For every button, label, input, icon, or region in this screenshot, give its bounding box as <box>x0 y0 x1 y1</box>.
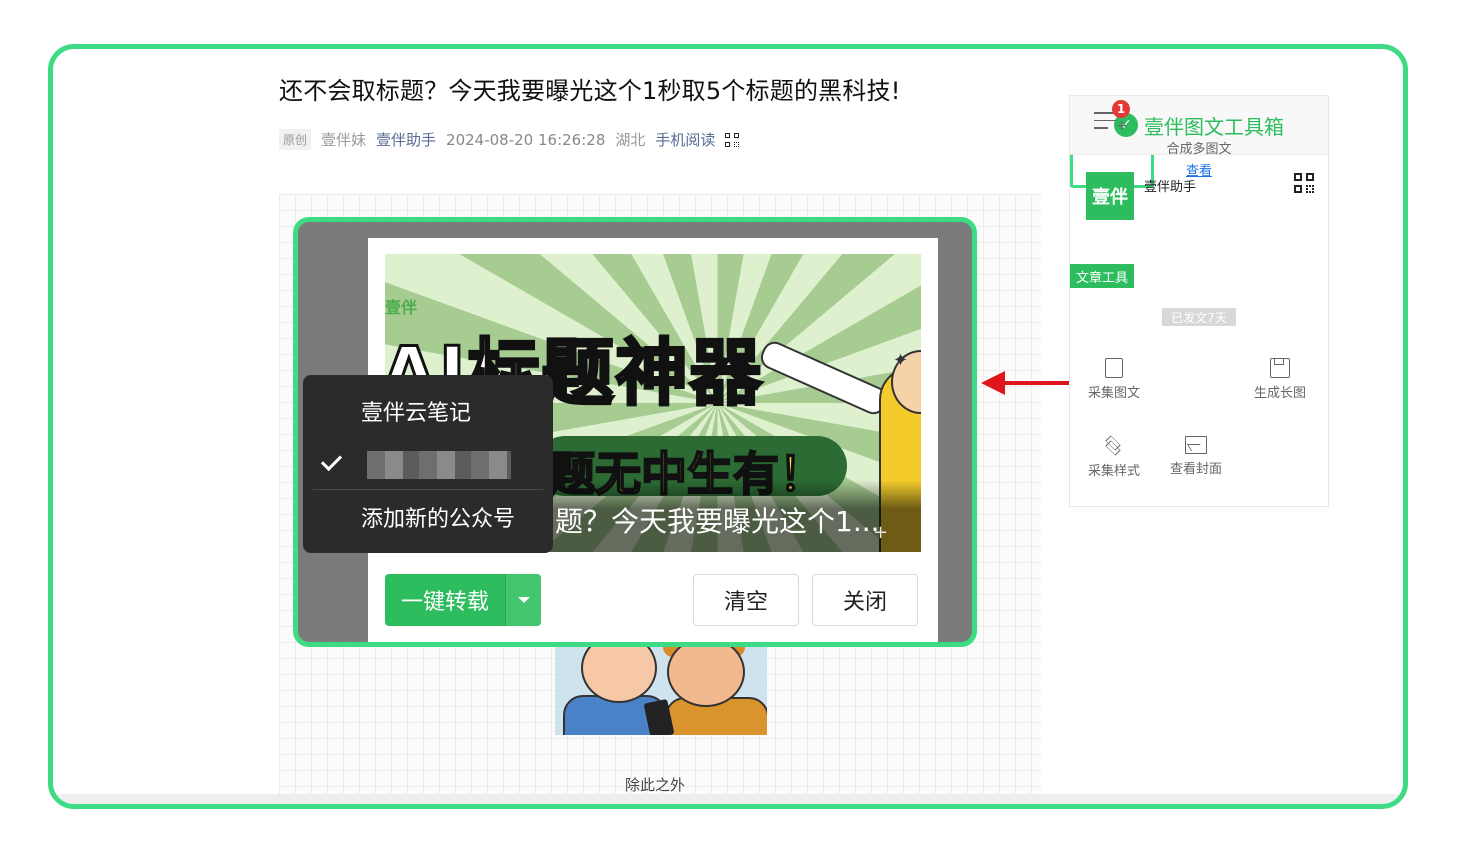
menu-item-add-account[interactable]: 添加新的公众号 <box>361 501 515 533</box>
days-posted-badge: 已发文7天 <box>1162 308 1236 326</box>
collect-style-label: 采集样式 <box>1087 464 1140 479</box>
article-tools-label: 文章工具 <box>1070 264 1134 288</box>
menu-divider <box>313 489 543 490</box>
publish-date: 2024-08-20 16:26:28 <box>446 130 606 149</box>
repost-button-label: 一键转载 <box>401 590 490 615</box>
caret-down-icon <box>517 597 530 603</box>
repost-dropdown-toggle[interactable] <box>505 574 541 626</box>
screenshot-frame: 还不会取标题？今天我要曝光这个1秒取5个标题的黑科技! 原创 壹伴妹 壹伴助手 … <box>48 44 1408 809</box>
list-add-icon <box>1094 112 1116 135</box>
original-tag: 原创 <box>279 129 312 150</box>
comic-illustration <box>555 647 767 735</box>
plus-icon: + <box>873 522 889 543</box>
toolbox-panel: ✓ 壹伴图文工具箱 壹伴 壹伴助手 文章工具 已发文7天 采集图文 + 1 合成… <box>1069 95 1329 507</box>
check-icon <box>319 449 343 473</box>
view-cover-label: 查看封面 <box>1169 462 1222 477</box>
one-click-repost-button[interactable]: 一键转载 <box>385 574 541 626</box>
article-meta: 原创 壹伴妹 壹伴助手 2024-08-20 16:26:28 湖北 手机阅读 <box>279 129 740 150</box>
pointer-arrow-head <box>981 371 1005 395</box>
mobile-read-link[interactable]: 手机阅读 <box>655 129 715 150</box>
layers-icon <box>1103 435 1125 456</box>
clear-button[interactable]: 清空 <box>693 574 799 626</box>
merge-articles-label: 合成多图文 <box>1166 142 1232 157</box>
long-image-label: 生成长图 <box>1253 386 1306 401</box>
account-link[interactable]: 壹伴助手 <box>376 129 436 150</box>
view-merge-link[interactable]: 查看 <box>1070 160 1328 179</box>
body-caption: 除此之外 <box>625 776 686 794</box>
long-image-tool[interactable]: 生成长图 <box>1238 358 1322 401</box>
collect-style-tool[interactable]: 采集样式 <box>1072 435 1156 479</box>
sparkle-icon: ✦ <box>893 350 909 371</box>
save-icon <box>1270 358 1290 378</box>
account-select-menu: 壹伴云笔记 添加新的公众号 <box>303 375 553 553</box>
view-cover-tool[interactable]: 查看封面 <box>1154 436 1238 477</box>
frame-bottom-strip <box>53 794 1403 804</box>
collect-article-tool[interactable]: 采集图文 <box>1072 358 1156 401</box>
toolbox-title: 壹伴图文工具箱 <box>1144 114 1284 139</box>
cover-caption: 题？今天我要曝光这个1... <box>555 505 880 538</box>
qrcode-icon[interactable] <box>725 132 740 147</box>
menu-item-cloud-notes[interactable]: 壹伴云笔记 <box>361 395 471 427</box>
close-button[interactable]: 关闭 <box>812 574 918 626</box>
article-title: 还不会取标题？今天我要曝光这个1秒取5个标题的黑科技! <box>279 77 901 105</box>
menu-item-selected-account[interactable] <box>367 451 511 479</box>
merge-count-badge: 1 <box>1112 100 1130 118</box>
account-avatar: 壹伴 <box>1086 172 1134 220</box>
image-icon <box>1185 436 1207 454</box>
author-name: 壹伴妹 <box>321 131 367 149</box>
collect-article-label: 采集图文 <box>1087 386 1140 401</box>
publish-region: 湖北 <box>615 131 646 149</box>
document-icon <box>1105 358 1123 378</box>
